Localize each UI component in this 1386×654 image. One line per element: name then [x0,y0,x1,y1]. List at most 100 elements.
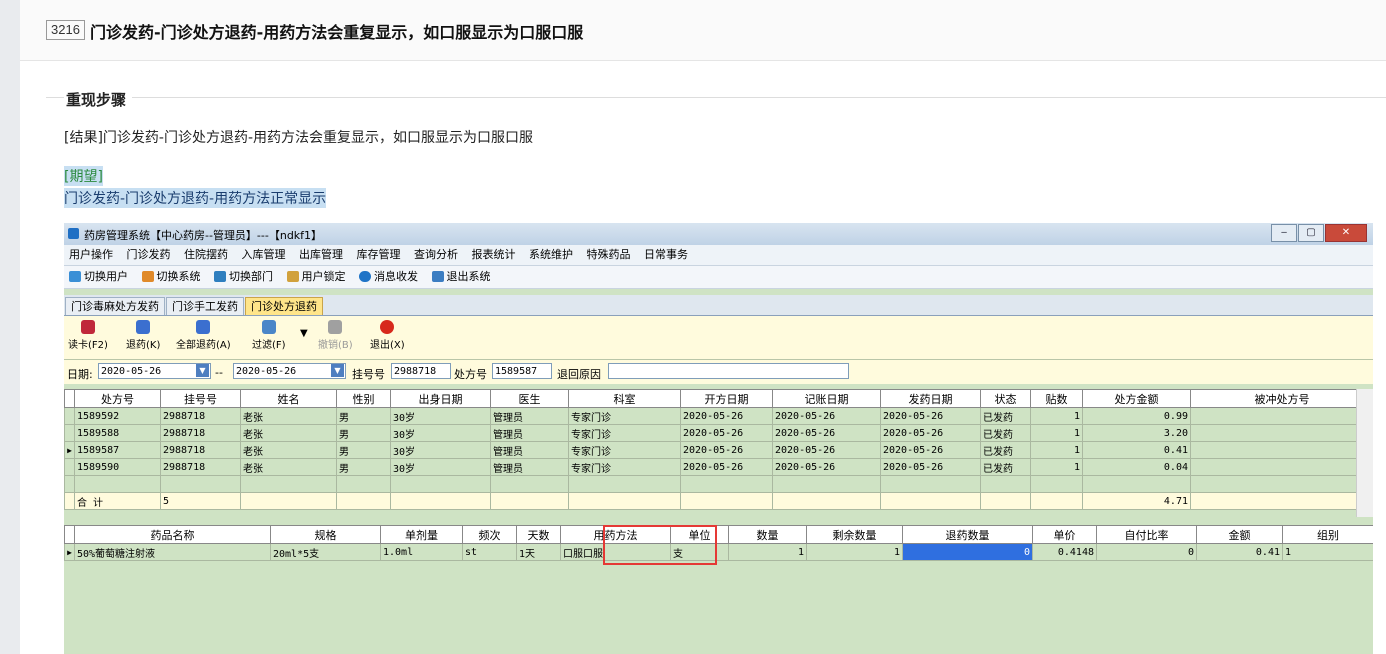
table-cell[interactable]: 2020-05-26 [880,407,981,425]
table-cell[interactable]: 2020-05-26 [772,424,881,442]
table-cell[interactable]: 2020-05-26 [772,407,881,425]
table-cell[interactable]: 男 [336,407,391,425]
col-dose[interactable]: 单剂量 [380,525,463,544]
col-gender[interactable]: 性别 [336,389,391,408]
table-cell[interactable] [1190,424,1373,442]
table-cell[interactable]: 已发药 [980,441,1031,459]
prescription-scrollbar[interactable] [1356,389,1373,517]
table-row[interactable]: ▶ 1589587 2988718 老张男 30岁 管理员 专家门诊 2020-05-26 20… [64,441,1373,459]
table-cell[interactable]: 1589588 [74,424,161,442]
col-bill-date[interactable]: 记账日期 [772,389,881,408]
table-cell[interactable] [1190,441,1373,459]
table-cell[interactable]: 2988718 [160,441,241,459]
switch-user-button[interactable]: 切换用户 [64,266,133,288]
menu-user-ops[interactable]: 用户操作 [64,245,118,265]
tab-narcotic-dispense[interactable]: 门诊毒麻处方发药 [65,297,165,315]
table-cell[interactable]: 2020-05-26 [772,441,881,459]
col-return-qty[interactable]: 退药数量 [902,525,1033,544]
menu-daily[interactable]: 日常事务 [639,245,693,265]
table-cell[interactable]: st [462,543,517,561]
table-cell[interactable]: 1天 [516,543,561,561]
table-cell[interactable]: 2020-05-26 [880,424,981,442]
table-cell[interactable]: 2020-05-26 [772,458,881,476]
col-spec[interactable]: 规格 [270,525,381,544]
date-to-field[interactable]: 2020-05-26 [233,363,346,379]
table-cell[interactable] [1190,407,1373,425]
col-reg-no[interactable]: 挂号号 [160,389,241,408]
table-cell[interactable]: 专家门诊 [568,424,681,442]
table-cell[interactable]: 老张 [240,458,337,476]
col-doses[interactable]: 贴数 [1030,389,1083,408]
table-cell[interactable]: 管理员 [490,424,569,442]
col-drug-name[interactable]: 药品名称 [74,525,271,544]
minimize-button[interactable]: ‒ [1271,224,1297,242]
date-from-field[interactable]: 2020-05-26 [98,363,211,379]
menu-reports[interactable]: 报表统计 [467,245,521,265]
table-cell[interactable]: 1 [1282,543,1373,561]
date-to-dropdown-icon[interactable]: ▼ [331,364,344,377]
table-cell[interactable]: 1.0ml [380,543,463,561]
switch-system-button[interactable]: 切换系统 [137,266,206,288]
table-row[interactable]: 1589588 2988718 老张男 30岁 管理员 专家门诊 2020-05-26 202… [64,424,1373,442]
switch-dept-button[interactable]: 切换部门 [209,266,278,288]
table-cell[interactable]: 专家门诊 [568,441,681,459]
col-remaining[interactable]: 剩余数量 [806,525,903,544]
table-cell[interactable]: 2020-05-26 [680,458,773,476]
exit-button[interactable]: 退出(X) [370,320,405,351]
table-cell[interactable]: 3.20 [1082,424,1191,442]
table-cell[interactable]: 管理员 [490,441,569,459]
table-cell[interactable]: 50%葡萄糖注射液 [74,543,271,561]
reg-no-field[interactable]: 2988718 [391,363,451,379]
table-cell[interactable]: 已发药 [980,407,1031,425]
col-days[interactable]: 天数 [516,525,561,544]
table-row[interactable]: 1589590 2988718 老张男 30岁 管理员 专家门诊 2020-05-26 202… [64,458,1373,476]
col-name[interactable]: 姓名 [240,389,337,408]
col-group[interactable]: 组别 [1282,525,1373,544]
menu-stock-in[interactable]: 入库管理 [237,245,291,265]
exit-system-button[interactable]: 退出系统 [427,266,496,288]
table-cell[interactable]: 30岁 [390,407,491,425]
menu-query[interactable]: 查询分析 [409,245,463,265]
table-cell[interactable]: 2020-05-26 [680,407,773,425]
table-cell[interactable]: 老张 [240,407,337,425]
table-cell[interactable]: 0.41 [1082,441,1191,459]
menu-system[interactable]: 系统维护 [524,245,578,265]
table-cell[interactable]: 2020-05-26 [680,441,773,459]
col-self-pay-ratio[interactable]: 自付比率 [1096,525,1197,544]
table-cell[interactable]: 2020-05-26 [880,441,981,459]
table-cell[interactable]: 专家门诊 [568,407,681,425]
col-prescribe-date[interactable]: 开方日期 [680,389,773,408]
table-cell[interactable]: 1 [1030,441,1083,459]
table-row[interactable]: ▶ 50%葡萄糖注射液 20ml*5支 1.0ml st 1天 口服口服支 1 1 0 0.4148… [64,543,1373,561]
table-cell[interactable]: 已发药 [980,458,1031,476]
table-cell[interactable]: 0 [1096,543,1197,561]
table-cell[interactable]: 专家门诊 [568,458,681,476]
date-from-dropdown-icon[interactable]: ▼ [196,364,209,377]
return-drug-button[interactable]: 退药(K) [126,320,160,351]
table-cell[interactable]: 管理员 [490,458,569,476]
col-rx-no[interactable]: 处方号 [74,389,161,408]
close-button[interactable]: ✕ [1325,224,1367,242]
col-offset-rx-no[interactable]: 被冲处方号 [1190,389,1373,408]
table-cell[interactable]: 1 [728,543,807,561]
table-cell[interactable]: 男 [336,458,391,476]
col-department[interactable]: 科室 [568,389,681,408]
table-cell[interactable] [1190,458,1373,476]
menu-inventory[interactable]: 库存管理 [352,245,406,265]
col-unit-price[interactable]: 单价 [1032,525,1097,544]
table-cell[interactable]: 2988718 [160,458,241,476]
rx-no-field[interactable]: 1589587 [492,363,552,379]
table-cell[interactable]: 2020-05-26 [880,458,981,476]
table-cell[interactable]: 老张 [240,441,337,459]
table-cell[interactable]: 30岁 [390,458,491,476]
table-cell[interactable]: 男 [336,424,391,442]
maximize-button[interactable]: ▢ [1298,224,1324,242]
col-doctor[interactable]: 医生 [490,389,569,408]
return-qty-input[interactable]: 0 [902,543,1033,561]
filter-button[interactable]: 过滤(F) [252,320,286,351]
table-row[interactable]: 1589592 2988718 老张男 30岁 管理员 专家门诊 2020-05-26 202… [64,407,1373,425]
table-cell[interactable]: 20ml*5支 [270,543,381,561]
col-rx-amount[interactable]: 处方金额 [1082,389,1191,408]
table-cell[interactable]: 2988718 [160,407,241,425]
return-reason-field[interactable] [608,363,849,379]
